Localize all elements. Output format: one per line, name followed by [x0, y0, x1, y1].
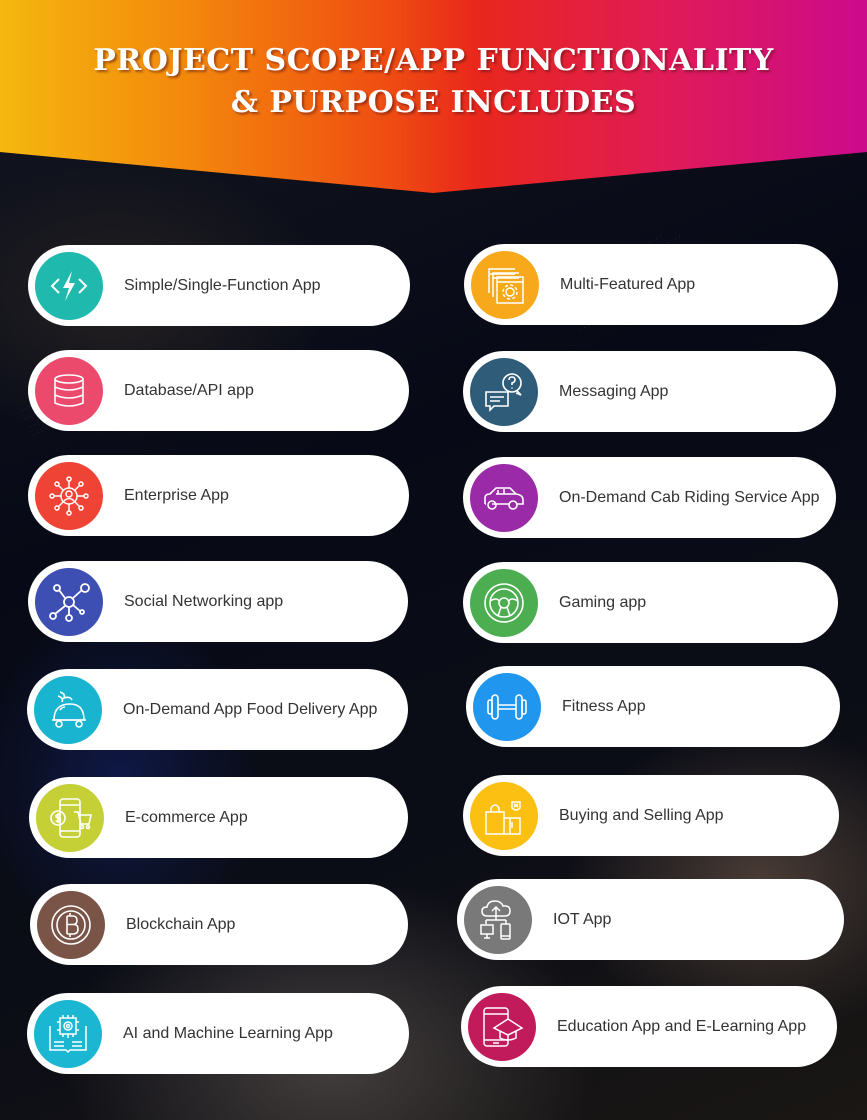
- list-item-education-app: Education App and E-Learning App: [461, 986, 837, 1067]
- list-item-label: Multi-Featured App: [560, 276, 696, 293]
- dumbbell-icon: [473, 673, 541, 741]
- list-item-label: Blockchain App: [126, 916, 236, 933]
- list-item-enterprise-app: Enterprise App: [28, 455, 409, 536]
- enterprise-network-icon: [35, 462, 103, 530]
- page-title-line-1: PROJECT SCOPE/APP FUNCTIONALITY: [93, 43, 774, 78]
- list-item-label: Education App and E-Learning App: [557, 1018, 807, 1035]
- list-item-label: Buying and Selling App: [559, 807, 724, 824]
- list-item-ai-machine-learning-app: AI and Machine Learning App: [27, 993, 409, 1074]
- page-title-line-2: & PURPOSE INCLUDES: [230, 85, 637, 120]
- list-item-cab-riding-app: On-Demand Cab Riding Service App: [463, 457, 836, 538]
- list-item-label: Gaming app: [559, 594, 647, 611]
- shopping-bags-icon: [470, 782, 538, 850]
- page-title: PROJECT SCOPE/APP FUNCTIONALITY & PURPOS…: [0, 40, 867, 124]
- bitcoin-icon: [37, 891, 105, 959]
- car-icon: [470, 464, 538, 532]
- cloud-devices-icon: [464, 886, 532, 954]
- list-item-label: On-Demand App Food Delivery App: [123, 701, 378, 718]
- food-delivery-icon: [34, 676, 102, 744]
- list-item-label: IOT App: [553, 911, 612, 928]
- list-item-label: AI and Machine Learning App: [123, 1025, 333, 1042]
- list-item-ecommerce-app: E-commerce App: [29, 777, 408, 858]
- list-item-messaging-app: Messaging App: [463, 351, 836, 432]
- list-item-simple-single-function-app: Simple/Single-Function App: [28, 245, 410, 326]
- chat-bubbles-icon: [470, 358, 538, 426]
- mobile-graduation-icon: [468, 993, 536, 1061]
- list-item-social-networking-app: Social Networking app: [28, 561, 408, 642]
- list-item-blockchain-app: Blockchain App: [30, 884, 408, 965]
- list-item-fitness-app: Fitness App: [466, 666, 840, 747]
- ai-chip-book-icon: [34, 1000, 102, 1068]
- list-item-database-api-app: Database/API app: [28, 350, 409, 431]
- list-item-label: Database/API app: [124, 382, 254, 399]
- list-item-gaming-app: Gaming app: [463, 562, 838, 643]
- steering-wheel-icon: [470, 569, 538, 637]
- list-item-buying-selling-app: Buying and Selling App: [463, 775, 839, 856]
- list-item-multi-featured-app: Multi-Featured App: [464, 244, 838, 325]
- list-item-label: Fitness App: [562, 698, 646, 715]
- multi-window-gear-icon: [471, 251, 539, 319]
- list-item-label: On-Demand Cab Riding Service App: [559, 489, 820, 506]
- code-bolt-icon: [35, 252, 103, 320]
- list-item-food-delivery-app: On-Demand App Food Delivery App: [27, 669, 408, 750]
- list-item-label: Messaging App: [559, 383, 669, 400]
- list-item-label: Simple/Single-Function App: [124, 277, 321, 294]
- list-item-label: Social Networking app: [124, 593, 284, 610]
- ecommerce-cart-icon: [36, 784, 104, 852]
- list-item-label: E-commerce App: [125, 809, 248, 826]
- list-item-label: Enterprise App: [124, 487, 229, 504]
- social-network-icon: [35, 568, 103, 636]
- list-item-iot-app: IOT App: [457, 879, 844, 960]
- database-icon: [35, 357, 103, 425]
